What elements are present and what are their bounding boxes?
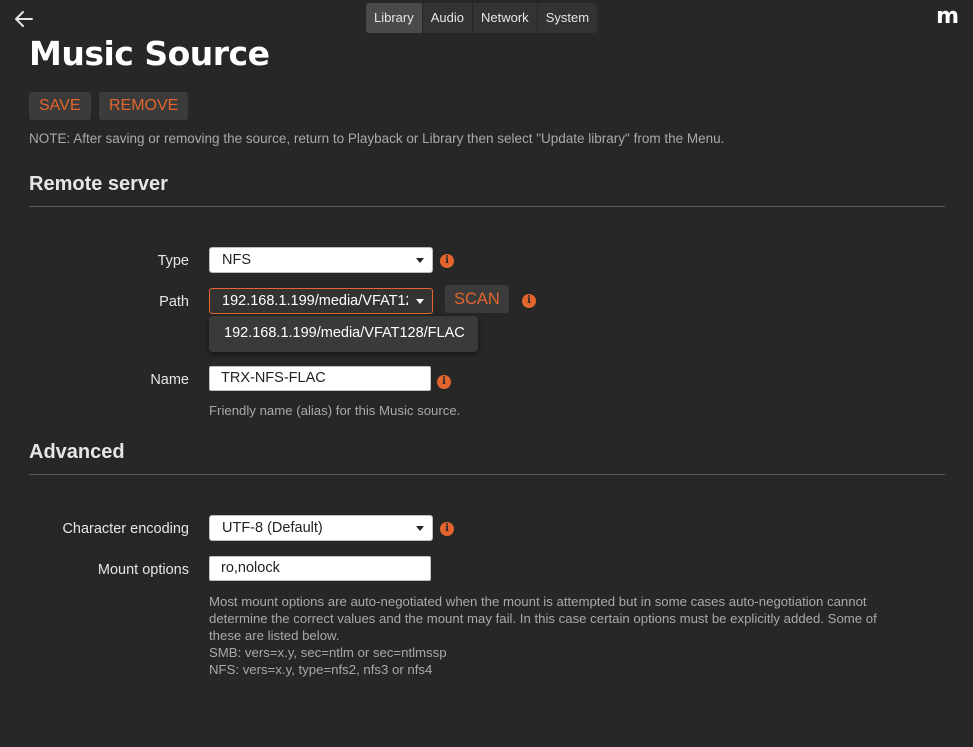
section-divider: [29, 474, 945, 475]
mount-options-input[interactable]: [209, 556, 431, 581]
scan-button[interactable]: SCAN: [445, 285, 509, 313]
mount-help-line: Most mount options are auto-negotiated w…: [209, 594, 867, 609]
page-title: Music Source: [29, 34, 270, 73]
encoding-select-value: UTF-8 (Default): [222, 520, 323, 536]
settings-tabs: Library Audio Network System: [366, 3, 598, 33]
encoding-select[interactable]: UTF-8 (Default): [209, 515, 433, 541]
remove-button[interactable]: REMOVE: [99, 92, 189, 120]
remote-server-heading: Remote server: [29, 173, 168, 195]
tab-system[interactable]: System: [538, 3, 597, 33]
update-library-note: NOTE: After saving or removing the sourc…: [29, 131, 725, 146]
section-divider: [29, 206, 945, 207]
mount-help-line: these are listed below.: [209, 628, 340, 643]
encoding-info-icon[interactable]: i: [440, 522, 454, 536]
type-select[interactable]: NFS: [209, 247, 433, 273]
mount-help-line: determine the correct values and the mou…: [209, 611, 877, 626]
type-select-value: NFS: [222, 252, 251, 268]
type-label: Type: [157, 253, 189, 269]
path-option[interactable]: 192.168.1.199/media/VFAT128/FLAC: [224, 325, 465, 341]
tab-library[interactable]: Library: [366, 3, 423, 33]
tab-audio[interactable]: Audio: [423, 3, 473, 33]
name-help-text: Friendly name (alias) for this Music sou…: [209, 403, 461, 418]
save-button[interactable]: SAVE: [29, 92, 91, 120]
path-label: Path: [159, 294, 189, 310]
tab-network[interactable]: Network: [473, 3, 538, 33]
mount-help-line: SMB: vers=x.y, sec=ntlm or sec=ntlmssp: [209, 645, 447, 660]
brand-logo[interactable]: m: [936, 4, 959, 29]
chevron-down-icon: [416, 299, 424, 304]
advanced-heading: Advanced: [29, 441, 125, 463]
path-dropdown: 192.168.1.199/media/VFAT128/FLAC: [209, 316, 478, 352]
path-select[interactable]: 192.168.1.199/media/VFAT128/FLAC: [209, 288, 433, 314]
back-arrow-icon[interactable]: [12, 7, 36, 31]
name-input[interactable]: [209, 366, 431, 391]
chevron-down-icon: [416, 258, 424, 263]
type-info-icon[interactable]: i: [440, 254, 454, 268]
name-info-icon[interactable]: i: [437, 375, 451, 389]
mount-help-line: NFS: vers=x.y, type=nfs2, nfs3 or nfs4: [209, 662, 433, 677]
chevron-down-icon: [416, 526, 424, 531]
mount-options-label: Mount options: [97, 562, 189, 578]
path-info-icon[interactable]: i: [522, 294, 536, 308]
mount-options-help: Most mount options are auto-negotiated w…: [209, 593, 949, 678]
encoding-label: Character encoding: [62, 521, 189, 537]
name-label: Name: [150, 372, 189, 388]
path-select-value: 192.168.1.199/media/VFAT128/FLAC: [222, 293, 408, 309]
